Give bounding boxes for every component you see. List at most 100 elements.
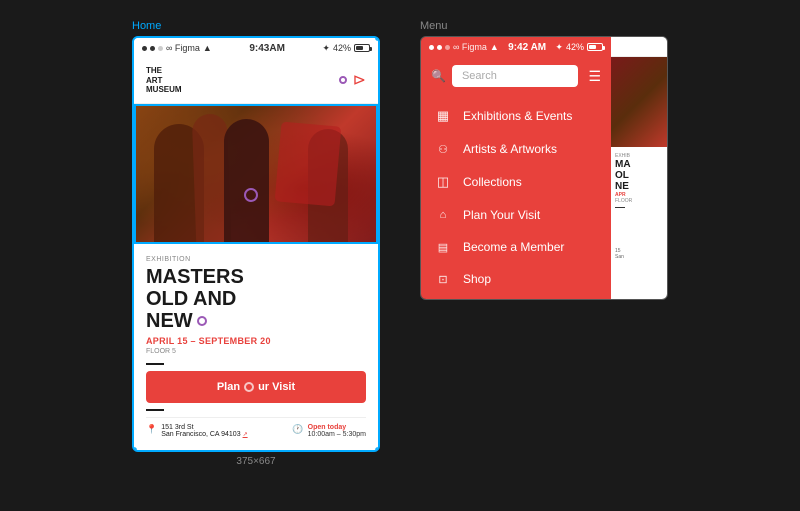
address-link[interactable]: ↗: [243, 432, 248, 438]
app-navbar: THE ART MUSEUM ⊳: [134, 58, 378, 104]
menu-item-collections[interactable]: ◫ Collections: [421, 165, 611, 199]
sliver-divider: [615, 207, 625, 208]
menu-item-exhibitions[interactable]: ▦ Exhibitions & Events: [421, 99, 611, 133]
battery-icon: [354, 44, 370, 52]
purple-dot: [339, 76, 347, 84]
menu-search-bar: 🔍 Search ☰: [421, 57, 611, 95]
sliver-title: MAOLNE: [615, 159, 663, 192]
home-frame-wrapper: Home ∞ Figma ▲ 9:43AM ✦ 42%: [132, 20, 380, 467]
dot2: [150, 46, 155, 51]
m-battery: [587, 43, 603, 51]
collections-icon: ◫: [433, 174, 453, 190]
menu-items-list: ▦ Exhibitions & Events ⚇ Artists & Artwo…: [421, 95, 611, 299]
sliver-status: [611, 37, 667, 57]
hours-block: Open today 10:00am – 5:30pm: [308, 424, 366, 438]
hero-accent: [275, 121, 342, 206]
collections-label: Collections: [463, 175, 522, 189]
divider-2: [146, 409, 164, 411]
m-app: ∞ Figma: [453, 42, 487, 52]
sliver-addr: 15San: [615, 248, 663, 260]
become-member-label: Become a Member: [463, 240, 564, 254]
home-phone-frame: ∞ Figma ▲ 9:43AM ✦ 42% THE ART MUSEUM: [132, 36, 380, 452]
home-label: Home: [132, 20, 161, 32]
m-dot3: [445, 45, 450, 50]
menu-icon[interactable]: ⊳: [353, 70, 366, 90]
anchor-br: [374, 446, 380, 452]
battery-tip: [370, 47, 372, 51]
plan-visit-button[interactable]: Plan ur Visit: [146, 371, 366, 403]
shop-label: Shop: [463, 272, 491, 286]
exhibitions-icon: ▦: [433, 108, 453, 124]
m-dot1: [429, 45, 434, 50]
home-status-bar: ∞ Figma ▲ 9:43AM ✦ 42%: [134, 38, 378, 58]
app-name: ∞ Figma: [166, 43, 200, 53]
dot3: [158, 46, 163, 51]
artists-label: Artists & Artworks: [463, 142, 557, 156]
menu-time: 9:42 AM: [508, 42, 546, 53]
battery-percent: 42%: [333, 43, 351, 53]
address-line1: 151 3rd St: [161, 424, 247, 431]
search-placeholder: Search: [462, 70, 497, 82]
menu-label: Menu: [420, 20, 448, 32]
m-dot2: [437, 45, 442, 50]
navbar-right: ⊳: [339, 70, 366, 90]
home-time: 9:43AM: [249, 43, 285, 54]
footer-address: 📍 151 3rd St San Francisco, CA 94103 ↗: [146, 424, 248, 438]
exhibition-floor: FLOOR 5: [146, 348, 366, 355]
menu-right-sliver: EXHIB MAOLNE APR FLOOR 15San: [611, 37, 667, 299]
location-icon: 📍: [146, 424, 157, 435]
menu-status-left: ∞ Figma ▲: [429, 42, 499, 52]
museum-name: THE ART MUSEUM: [146, 66, 182, 95]
anchor-bl: [132, 446, 138, 452]
m-wifi: ▲: [490, 42, 499, 52]
menu-item-shop[interactable]: ⊡ Shop: [421, 263, 611, 295]
m-bluetooth: ✦: [555, 42, 563, 53]
footer-info: 📍 151 3rd St San Francisco, CA 94103 ↗ 🕐…: [146, 417, 366, 442]
figure-3: [224, 119, 269, 244]
menu-phone-frame: ∞ Figma ▲ 9:42 AM ✦ 42% 🔍 Search: [420, 36, 668, 300]
exhibition-dates: APRIL 15 – SEPTEMBER 20: [146, 336, 366, 346]
exhibitions-label: Exhibitions & Events: [463, 109, 572, 123]
hero-image: [134, 104, 378, 244]
divider-1: [146, 363, 164, 365]
exhibition-label: EXHIBITION: [146, 256, 366, 263]
m-battery-tip: [603, 46, 605, 50]
hero-circle: [244, 188, 258, 202]
footer-hours: 🕐 Open today 10:00am – 5:30pm: [292, 424, 366, 438]
dot1: [142, 46, 147, 51]
sliver-hero: [611, 57, 667, 147]
search-input-box[interactable]: Search: [452, 65, 578, 87]
anchor-tr: [374, 36, 380, 42]
exhibition-title: MASTERS OLD AND NEW: [146, 266, 366, 332]
plan-visit-label: Plan Your Visit: [463, 208, 540, 222]
status-right: ✦ 42%: [322, 43, 370, 54]
menu-item-become-member[interactable]: ▤ Become a Member: [421, 231, 611, 263]
menu-item-artists[interactable]: ⚇ Artists & Artworks: [421, 133, 611, 165]
btn-text-left: Plan: [217, 381, 240, 393]
address-line2-wrap: San Francisco, CA 94103 ↗: [161, 431, 247, 438]
plan-visit-icon: ⌂: [433, 209, 453, 221]
menu-status-bar: ∞ Figma ▲ 9:42 AM ✦ 42%: [421, 37, 611, 57]
address-block: 151 3rd St San Francisco, CA 94103 ↗: [161, 424, 247, 438]
clock-icon: 🕐: [292, 424, 303, 435]
btn-text-right: ur Visit: [258, 381, 295, 393]
sliver-floor: FLOOR: [615, 198, 663, 204]
search-icon: 🔍: [431, 69, 446, 83]
shop-icon: ⊡: [433, 273, 453, 286]
menu-status-right: ✦ 42%: [555, 42, 603, 53]
battery-fill: [356, 46, 363, 50]
sliver-content: EXHIB MAOLNE APR FLOOR 15San: [611, 147, 667, 266]
hamburger-icon[interactable]: ☰: [588, 68, 601, 85]
btn-circle: [244, 382, 254, 392]
become-member-icon: ▤: [433, 241, 453, 254]
address-line2: San Francisco, CA 94103: [161, 431, 240, 438]
bluetooth-icon: ✦: [322, 43, 330, 54]
content-area: EXHIBITION MASTERS OLD AND NEW APRIL 15 …: [134, 244, 378, 450]
title-purple-circle: [197, 316, 207, 326]
menu-item-plan-visit[interactable]: ⌂ Plan Your Visit: [421, 199, 611, 231]
artists-icon: ⚇: [433, 143, 453, 156]
m-battery-fill: [589, 45, 596, 49]
menu-frame-wrapper: Menu ∞ Figma ▲ 9:42 AM ✦ 42%: [420, 20, 668, 300]
status-left: ∞ Figma ▲: [142, 43, 212, 53]
home-dimensions: 375×667: [236, 456, 275, 467]
